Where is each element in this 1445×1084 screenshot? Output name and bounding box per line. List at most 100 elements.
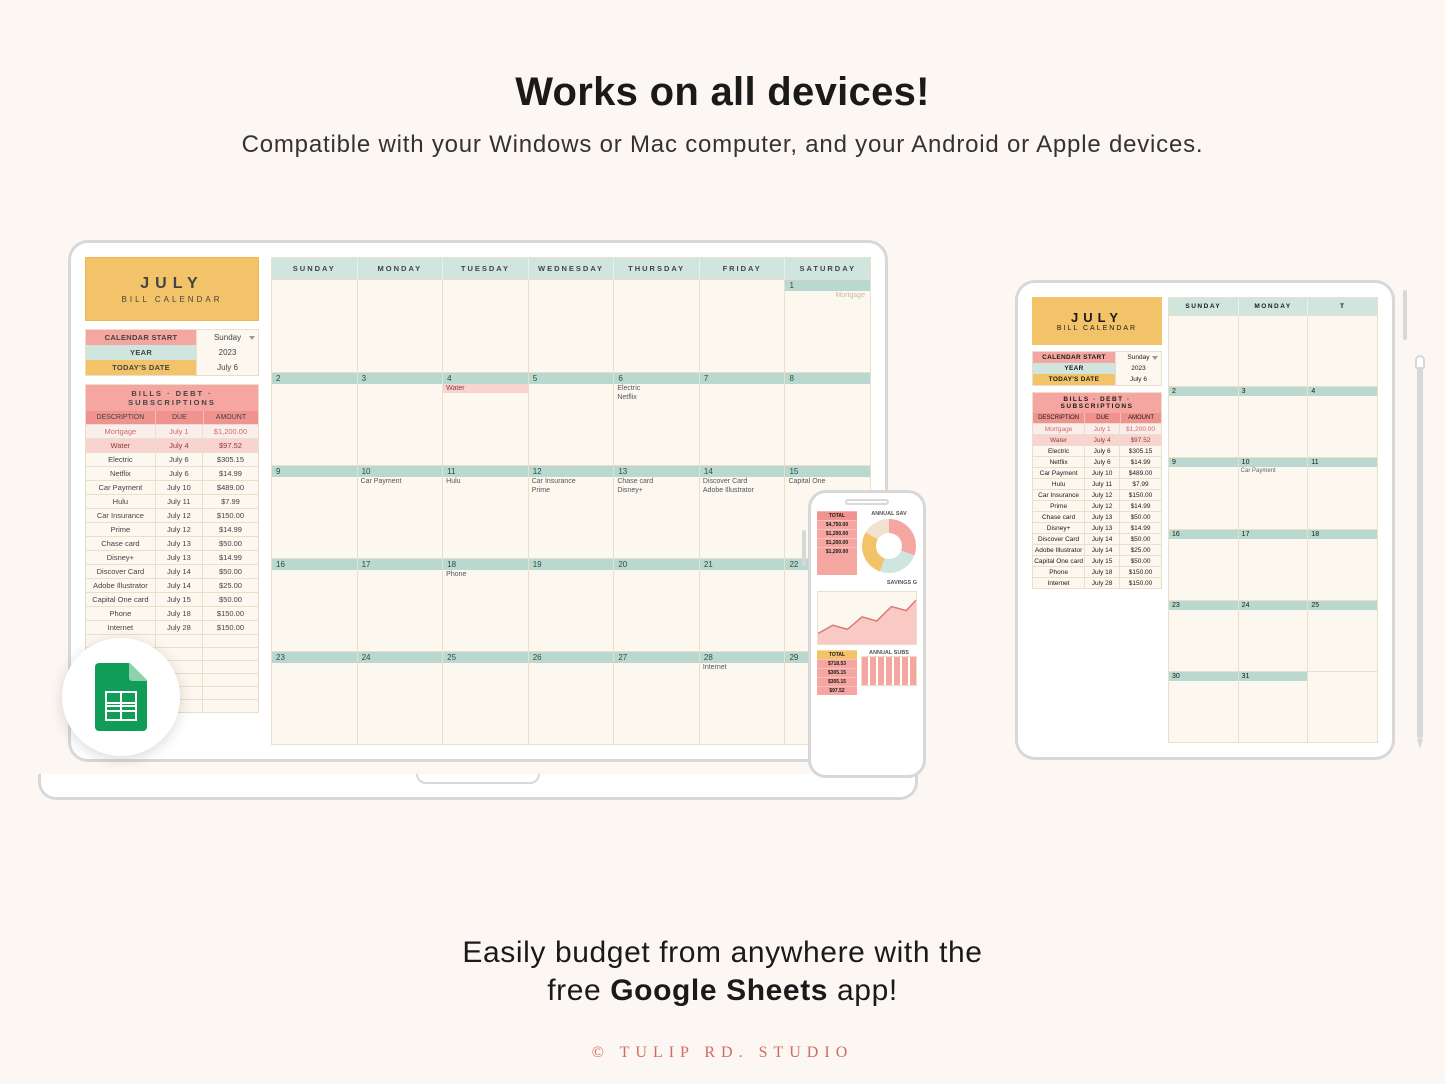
calendar-day-cell[interactable]: 9 (1169, 458, 1238, 528)
calendar-day-cell[interactable]: 30 (1169, 672, 1238, 742)
bills-row[interactable]: Car InsuranceJuly 12$150.00 (86, 508, 258, 522)
calendar-day-cell[interactable]: 11Hulu (442, 466, 528, 558)
bills-row[interactable]: Adobe IllustratorJuly 14$25.00 (86, 578, 258, 592)
calendar-bill-item: Discover Card (700, 477, 785, 486)
bills-row[interactable]: NetflixJuly 6$14.99 (86, 466, 258, 480)
calendar-day-cell[interactable]: 16 (1169, 530, 1238, 600)
calendar-day-cell[interactable] (442, 280, 528, 372)
bills-row[interactable]: Disney+July 13$14.99 (1033, 522, 1161, 533)
bills-row[interactable]: PrimeJuly 12$14.99 (1033, 500, 1161, 511)
year-input[interactable]: 2023 (1115, 363, 1161, 374)
calendar-day-cell[interactable] (1238, 316, 1308, 386)
bills-row[interactable]: MortgageJuly 1$1,200.00 (1033, 423, 1161, 434)
bills-row[interactable]: Car PaymentJuly 10$489.00 (86, 480, 258, 494)
calendar-day-cell[interactable] (272, 280, 357, 372)
bills-row[interactable]: Discover CardJuly 14$50.00 (1033, 533, 1161, 544)
bills-row[interactable]: Car InsuranceJuly 12$150.00 (1033, 489, 1161, 500)
calendar-day-cell[interactable]: 3 (1238, 387, 1308, 457)
bills-row[interactable]: InternetJuly 28$150.00 (1033, 577, 1161, 588)
calendar-day-cell[interactable]: 16 (272, 559, 357, 651)
calendar-day-cell[interactable] (357, 280, 443, 372)
calendar-day-cell[interactable]: 18Phone (442, 559, 528, 651)
calendar-day-cell[interactable] (613, 280, 699, 372)
calendar-day-cell[interactable] (528, 280, 614, 372)
bills-row[interactable]: MortgageJuly 1$1,200.00 (86, 424, 258, 438)
phone-screen: TOTAL$4,750.00$1,200.00$1,200.00$1,200.0… (817, 511, 917, 767)
bills-row[interactable]: Chase cardJuly 13$50.00 (86, 536, 258, 550)
calendar-day-cell[interactable]: 26 (528, 652, 614, 744)
bills-row[interactable]: Chase cardJuly 13$50.00 (1033, 511, 1161, 522)
bills-row[interactable]: Discover CardJuly 14$50.00 (86, 564, 258, 578)
hero-copy: Works on all devices! Compatible with yo… (0, 70, 1445, 159)
calendar-day-cell[interactable]: 24 (357, 652, 443, 744)
calendar-day-cell[interactable]: 19 (528, 559, 614, 651)
month-title: JULY (140, 275, 203, 293)
calendar-day-cell[interactable]: 9 (272, 466, 357, 558)
bills-row[interactable]: Disney+July 13$14.99 (86, 550, 258, 564)
calendar-day-cell[interactable]: 21 (699, 559, 785, 651)
calendar-day-cell[interactable]: 4Water (442, 373, 528, 465)
calendar-day-cell[interactable]: 8 (784, 373, 870, 465)
calendar-day-cell[interactable]: 31 (1238, 672, 1308, 742)
calendar-day-cell[interactable]: 17 (357, 559, 443, 651)
calendar-day-cell[interactable]: 13Chase cardDisney+ (613, 466, 699, 558)
calendar-day-cell[interactable]: 4 (1307, 387, 1377, 457)
calendar-day-cell[interactable]: 23 (1169, 601, 1238, 671)
bills-row[interactable]: HuluJuly 11$7.99 (1033, 478, 1161, 489)
calendar-day-cell[interactable]: 14Discover CardAdobe Illustrator (699, 466, 785, 558)
bills-row[interactable]: NetflixJuly 6$14.99 (1033, 456, 1161, 467)
calendar-day-cell[interactable]: 28Internet (699, 652, 785, 744)
calendar-day-cell[interactable]: 5 (528, 373, 614, 465)
calendar-week: 234 (1169, 386, 1377, 457)
calendar-day-cell[interactable]: 10Car Payment (357, 466, 443, 558)
calendar-day-cell[interactable] (1169, 316, 1238, 386)
calendar-day-cell[interactable]: 1Mortgage (784, 280, 870, 372)
calendar-day-cell[interactable]: 6ElectricNetflix (613, 373, 699, 465)
bills-row[interactable]: PhoneJuly 18$150.00 (86, 606, 258, 620)
chevron-down-icon (1152, 356, 1158, 360)
bills-row[interactable]: WaterJuly 4$97.52 (86, 438, 258, 452)
today-input[interactable]: July 6 (1115, 374, 1161, 385)
calendar-day-cell[interactable] (1307, 316, 1377, 386)
bills-row[interactable]: WaterJuly 4$97.52 (1033, 434, 1161, 445)
calendar-day-cell[interactable]: 11 (1307, 458, 1377, 528)
bills-row[interactable]: Car PaymentJuly 10$489.00 (1033, 467, 1161, 478)
calendar-bill-item: Adobe Illustrator (700, 486, 785, 495)
bills-row[interactable]: InternetJuly 28$150.00 (86, 620, 258, 634)
calendar-day-headers: SUNDAYMONDAYT (1169, 298, 1377, 315)
bills-row[interactable]: ElectricJuly 6$305.15 (86, 452, 258, 466)
bills-row[interactable]: PhoneJuly 18$150.00 (1033, 566, 1161, 577)
calendar-day-cell[interactable] (1307, 672, 1377, 742)
calendar-start-select[interactable]: Sunday (196, 330, 258, 345)
bills-row[interactable]: Adobe IllustratorJuly 14$25.00 (1033, 544, 1161, 555)
calendar-bill-item: Chase card (614, 477, 699, 486)
calendar-week: 232425262728Internet29 (272, 651, 870, 744)
calendar-day-cell[interactable]: 3 (357, 373, 443, 465)
calendar-week: 234Water56ElectricNetflix78 (272, 372, 870, 465)
bills-row[interactable]: HuluJuly 11$7.99 (86, 494, 258, 508)
calendar-day-cell[interactable]: 24 (1238, 601, 1308, 671)
calendar-day-cell[interactable]: 25 (1307, 601, 1377, 671)
bills-row[interactable]: ElectricJuly 6$305.15 (1033, 445, 1161, 456)
calendar-start-select[interactable]: Sunday (1115, 352, 1161, 363)
calendar-day-cell[interactable]: 2 (1169, 387, 1238, 457)
bills-row[interactable]: Capital One cardJuly 15$50.00 (1033, 555, 1161, 566)
calendar-day-cell[interactable]: 18 (1307, 530, 1377, 600)
calendar-day-cell[interactable]: 7 (699, 373, 785, 465)
calendar-day-cell[interactable]: 20 (613, 559, 699, 651)
calendar-day-cell[interactable]: 12Car InsurancePrime (528, 466, 614, 558)
calendar-bill-item: Capital One (785, 477, 870, 486)
day-header: WEDNESDAY (528, 258, 614, 279)
calendar-day-cell[interactable]: 10Car Payment (1238, 458, 1308, 528)
calendar-day-cell[interactable]: 27 (613, 652, 699, 744)
year-input[interactable]: 2023 (196, 345, 258, 360)
bills-row[interactable]: PrimeJuly 12$14.99 (86, 522, 258, 536)
calendar-day-cell[interactable] (699, 280, 785, 372)
calendar-day-cell[interactable]: 25 (442, 652, 528, 744)
calendar-day-cell[interactable]: 17 (1238, 530, 1308, 600)
today-input[interactable]: July 6 (196, 360, 258, 375)
bills-row[interactable]: Capital One cardJuly 15$50.00 (86, 592, 258, 606)
calendar-day-cell[interactable]: 2 (272, 373, 357, 465)
google-sheets-icon (95, 663, 147, 731)
calendar-day-cell[interactable]: 23 (272, 652, 357, 744)
